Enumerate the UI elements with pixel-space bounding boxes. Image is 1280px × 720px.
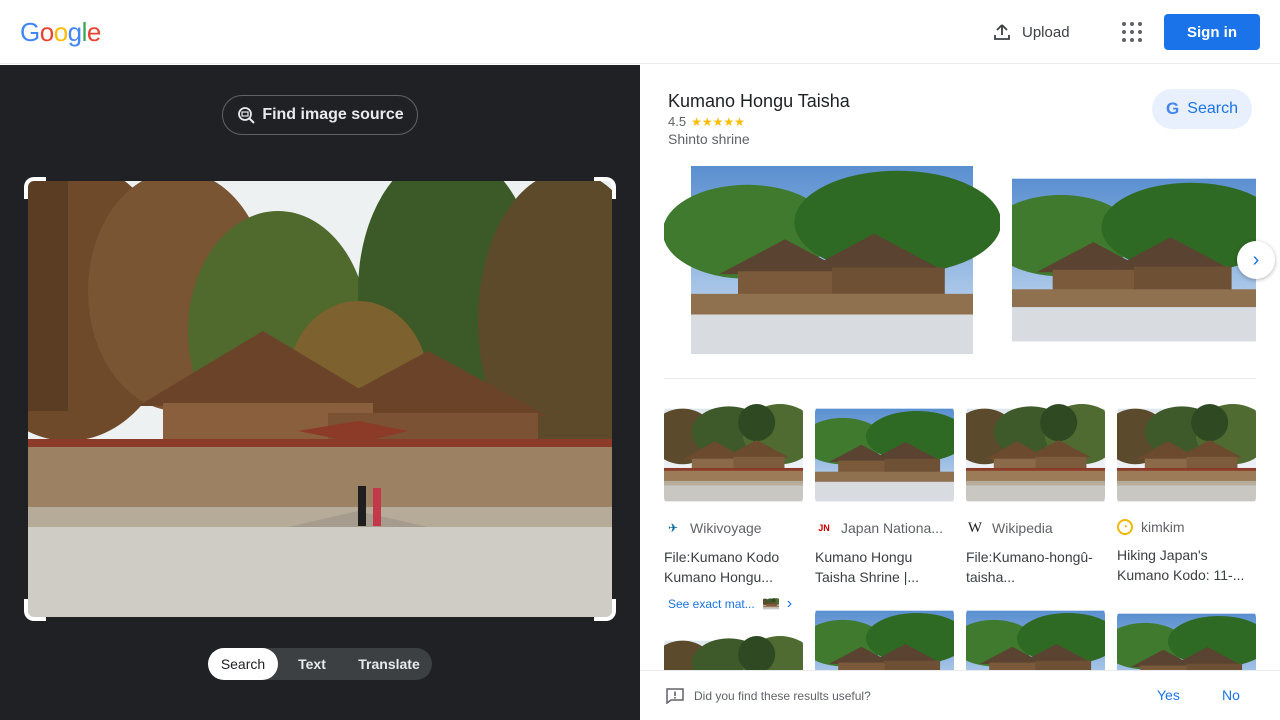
crop-corner-bottom-left[interactable]	[24, 599, 46, 621]
tab-search[interactable]: Search	[208, 648, 278, 680]
crop-frame[interactable]	[24, 177, 616, 621]
upload-button[interactable]: Upload	[992, 20, 1070, 44]
google-logo[interactable]: Google	[20, 17, 101, 48]
rating-stars-icon: ★★★★★	[691, 114, 745, 129]
visual-match-card[interactable]: ✈ Wikivoyage File:Kumano Kodo Kumano Hon…	[664, 403, 803, 587]
wikipedia-icon: W	[967, 519, 983, 536]
feedback-no-button[interactable]: No	[1222, 687, 1240, 703]
crop-corner-bottom-right[interactable]	[594, 599, 616, 621]
kimkim-icon: ◔	[1117, 519, 1133, 535]
chevron-right-icon: ›	[786, 595, 793, 612]
visual-match-card[interactable]: JN Japan Nationa... Kumano Hongu Taisha …	[815, 403, 954, 587]
result-source: ◔ kimkim	[1117, 519, 1256, 535]
find-image-source-label: Find image source	[262, 106, 404, 123]
feedback-icon	[666, 688, 684, 704]
see-exact-matches-label: See exact mat...	[668, 597, 755, 611]
top-bar: Google Upload Sign in	[0, 0, 1280, 64]
result-source-name: Wikivoyage	[690, 520, 762, 536]
image-search-icon	[238, 107, 256, 124]
entity-title[interactable]: Kumano Hongu Taisha	[668, 91, 850, 112]
result-title: File:Kumano-hongû-taisha...	[966, 549, 1093, 585]
entity-search-button[interactable]: G Search	[1152, 89, 1252, 129]
feedback-bar: Did you find these results useful? Yes N…	[640, 670, 1280, 720]
result-title: Hiking Japan's Kumano Kodo: 11-...	[1117, 547, 1245, 583]
tab-translate[interactable]: Translate	[346, 648, 432, 680]
next-images-button[interactable]: ›	[1237, 241, 1275, 279]
result-source-name: kimkim	[1141, 519, 1185, 535]
wikivoyage-icon: ✈	[667, 521, 679, 535]
apps-grid-icon[interactable]	[1120, 20, 1144, 44]
entity-image-1[interactable]	[664, 166, 1000, 354]
sign-in-button[interactable]: Sign in	[1164, 14, 1260, 50]
feedback-yes-button[interactable]: Yes	[1157, 687, 1180, 703]
entity-search-label: Search	[1187, 100, 1238, 117]
upload-label: Upload	[1022, 23, 1070, 41]
result-title: Kumano Hongu Taisha Shrine |...	[815, 549, 920, 585]
result-source-name: Japan Nationa...	[841, 520, 943, 536]
logo-letter-6: e	[86, 17, 101, 47]
divider	[664, 378, 1256, 379]
result-title: File:Kumano Kodo Kumano Hongu...	[664, 549, 780, 585]
mode-tabs: Search Text Translate	[208, 648, 432, 680]
exact-match-thumbnail-icon	[762, 598, 779, 610]
upload-icon	[994, 24, 1010, 40]
entity-rating: 4.5 ★★★★★	[668, 114, 745, 129]
find-image-source-button[interactable]: Find image source	[222, 95, 418, 135]
tab-text[interactable]: Text	[278, 648, 346, 680]
result-thumbnail	[1117, 403, 1256, 507]
result-thumbnail	[966, 403, 1105, 507]
rating-value: 4.5	[668, 114, 687, 129]
visual-match-card[interactable]: ◔ kimkim Hiking Japan's Kumano Kodo: 11-…	[1117, 403, 1256, 585]
logo-letter-4: g	[67, 17, 82, 47]
crop-corner-top-left[interactable]	[24, 177, 46, 199]
query-image	[28, 181, 612, 617]
logo-letter-1: G	[20, 17, 40, 47]
result-source-name: Wikipedia	[992, 520, 1053, 536]
query-image-panel: Find image source Search Text Translate	[0, 65, 640, 720]
results-panel: Kumano Hongu Taisha 4.5 ★★★★★ Shinto shr…	[640, 65, 1280, 720]
crop-corner-top-right[interactable]	[594, 177, 616, 199]
logo-letter-3: o	[53, 17, 68, 47]
visual-match-card[interactable]: W Wikipedia File:Kumano-hongû-taisha...	[966, 403, 1105, 587]
see-exact-matches-link[interactable]: See exact mat... ›	[668, 595, 792, 613]
feedback-question: Did you find these results useful?	[694, 689, 871, 703]
chevron-right-icon: ›	[1252, 248, 1260, 271]
result-thumbnail	[664, 403, 803, 507]
result-source: W Wikipedia	[966, 519, 1105, 537]
result-thumbnail	[815, 403, 954, 507]
result-source: JN Japan Nationa...	[815, 519, 954, 537]
entity-image-2[interactable]	[1012, 166, 1256, 354]
jnto-icon: JN	[818, 523, 830, 533]
entity-type: Shinto shrine	[668, 131, 750, 147]
google-g-icon: G	[1166, 99, 1180, 118]
result-source: ✈ Wikivoyage	[664, 519, 803, 537]
logo-letter-2: o	[39, 17, 54, 47]
